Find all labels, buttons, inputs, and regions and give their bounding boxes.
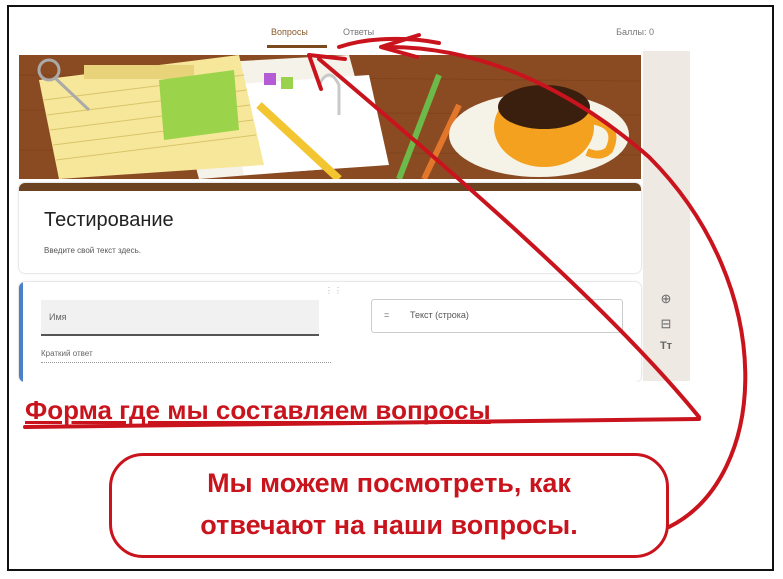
annotation-arrows — [23, 33, 748, 529]
screenshot-frame: Вопросы Ответы Баллы: 0 Тестирование Вве… — [7, 5, 774, 571]
